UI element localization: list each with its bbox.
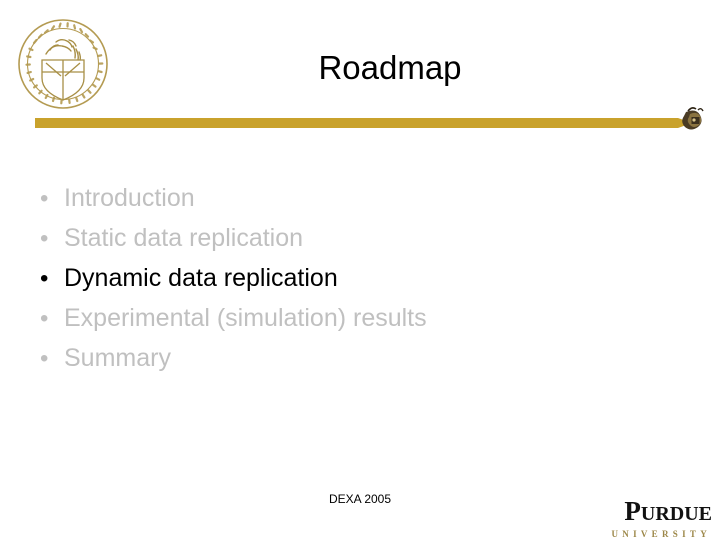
bullet-label: Experimental (simulation) results xyxy=(64,304,427,332)
wordmark-subtitle: UNIVERSITY xyxy=(611,529,711,539)
bullet-dot-icon: • xyxy=(40,265,49,292)
bullet-label: Static data replication xyxy=(64,224,304,252)
bullet-dot-icon: • xyxy=(40,345,49,372)
roadmap-bullet-list: • Introduction • Static data replication… xyxy=(36,178,676,378)
list-item[interactable]: • Summary xyxy=(36,338,676,378)
list-item[interactable]: • Dynamic data replication xyxy=(36,258,676,298)
purdue-seal-logo xyxy=(12,16,114,111)
bullet-dot-icon: • xyxy=(40,305,49,332)
purdue-wordmark: PURDUE UNIVERSITY xyxy=(590,498,712,540)
divider-ornament-icon xyxy=(682,107,704,130)
list-item[interactable]: • Introduction xyxy=(36,178,676,218)
wordmark-name-lead: P xyxy=(624,496,641,526)
bullet-dot-icon: • xyxy=(40,225,49,252)
slide-title: Roadmap xyxy=(318,49,462,86)
slide-canvas: Roadmap • Introduction • Static data rep… xyxy=(0,0,720,540)
list-item[interactable]: • Static data replication xyxy=(36,218,676,258)
wordmark-name-rest: URDUE xyxy=(640,503,712,525)
gold-divider-bar xyxy=(0,100,720,140)
bullet-label: Dynamic data replication xyxy=(64,264,338,292)
list-item[interactable]: • Experimental (simulation) results xyxy=(36,298,676,338)
wordmark-name: PURDUE xyxy=(590,498,712,527)
bullet-label: Summary xyxy=(64,344,171,372)
bullet-dot-icon: • xyxy=(40,185,49,212)
bullet-label: Introduction xyxy=(64,184,195,212)
